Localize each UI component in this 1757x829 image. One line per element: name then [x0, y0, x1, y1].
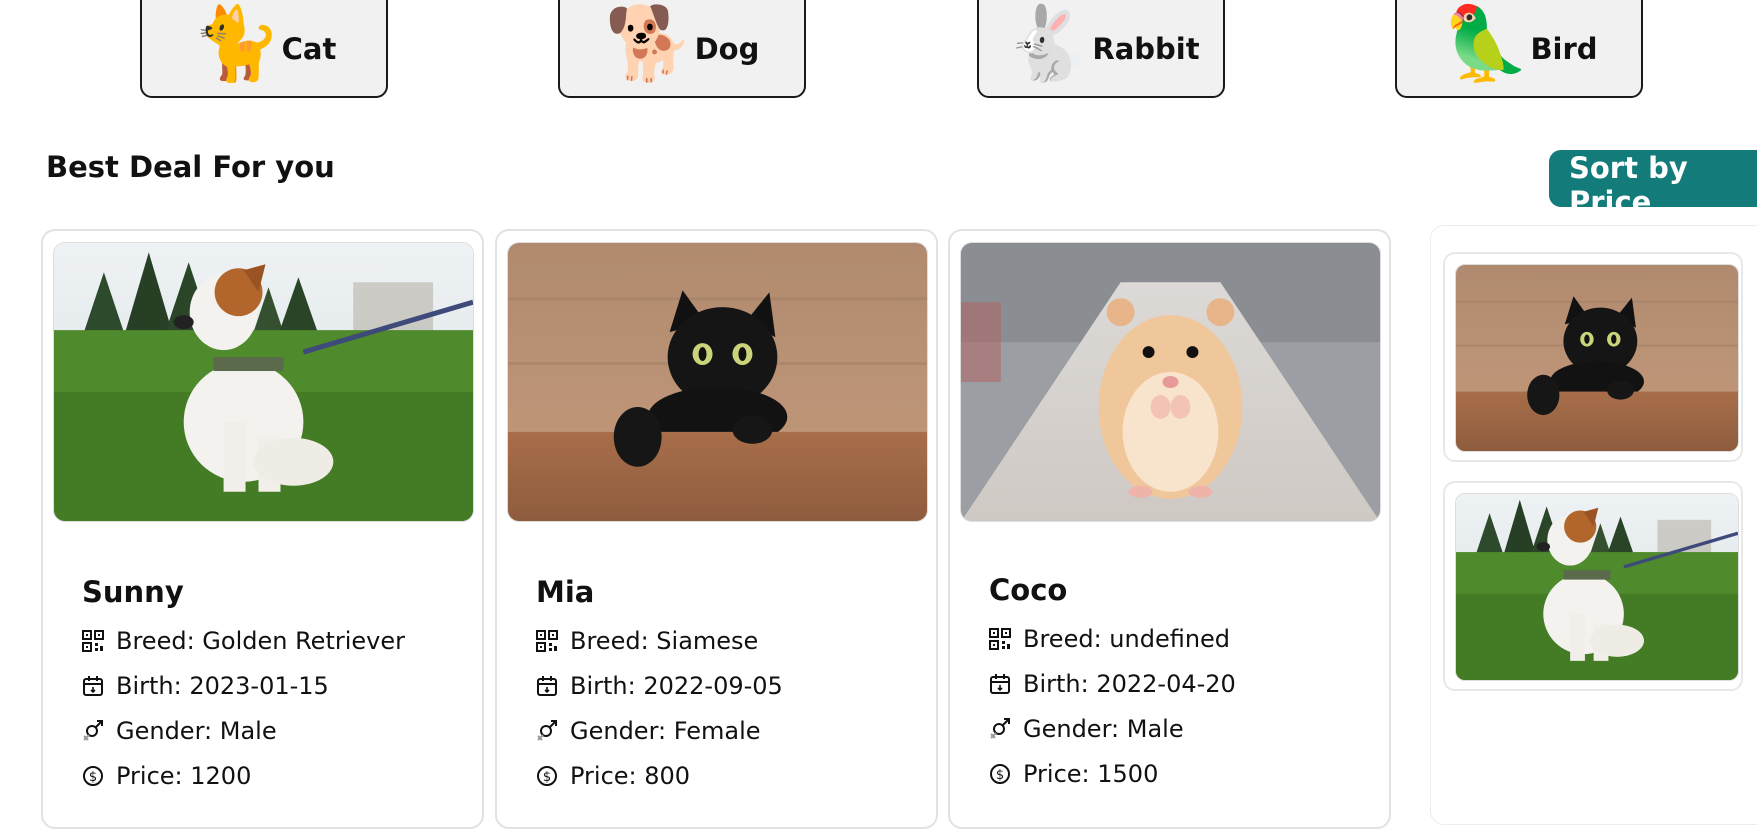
gender-icon — [989, 718, 1011, 740]
birth-text: Birth: 2022-09-05 — [570, 672, 783, 700]
gender-text: Gender: Male — [116, 717, 277, 745]
breed-text: Breed: Golden Retriever — [116, 627, 405, 655]
category-label: Cat — [281, 32, 337, 66]
side-pet-photo-cat — [1455, 264, 1739, 452]
gender-row: Gender: Male — [989, 715, 1184, 743]
svg-text:$: $ — [89, 770, 97, 785]
category-label: Dog — [694, 32, 760, 66]
side-pet-card[interactable] — [1443, 481, 1743, 691]
pet-name: Coco — [989, 573, 1068, 607]
dollar-coin-icon: $ — [536, 765, 558, 787]
dog-icon: 🐕 — [604, 1, 695, 85]
birth-row: Birth: 2022-04-20 — [989, 670, 1236, 698]
birth-text: Birth: 2022-04-20 — [1023, 670, 1236, 698]
price-row: $ Price: 800 — [536, 762, 690, 790]
svg-text:$: $ — [543, 770, 551, 785]
pet-name: Sunny — [82, 575, 184, 609]
pet-photo-cat — [507, 242, 928, 522]
calendar-icon — [536, 675, 558, 697]
breed-row: Breed: Golden Retriever — [82, 627, 405, 655]
price-row: $ Price: 1500 — [989, 760, 1158, 788]
breed-row: Breed: undefined — [989, 625, 1230, 653]
qr-code-icon — [989, 628, 1011, 650]
gender-icon — [82, 720, 104, 742]
breed-text: Breed: Siamese — [570, 627, 759, 655]
dollar-coin-icon: $ — [82, 765, 104, 787]
price-text: Price: 1200 — [116, 762, 252, 790]
pet-card[interactable]: Mia Breed: Siamese Birth: 2022-09-05 Gen… — [495, 229, 938, 829]
cat-icon: 🐈 — [191, 1, 282, 85]
birth-text: Birth: 2023-01-15 — [116, 672, 329, 700]
pet-photo-dog — [53, 242, 474, 522]
gender-text: Gender: Female — [570, 717, 761, 745]
qr-code-icon — [536, 630, 558, 652]
rabbit-icon: 🐇 — [1002, 1, 1093, 85]
breed-text: Breed: undefined — [1023, 625, 1231, 653]
price-row: $ Price: 1200 — [82, 762, 251, 790]
price-text: Price: 800 — [570, 762, 691, 790]
section-title: Best Deal For you — [46, 150, 335, 184]
category-bird-button[interactable]: 🦜 Bird — [1395, 0, 1643, 98]
pet-name: Mia — [536, 575, 595, 609]
breed-row: Breed: Siamese — [536, 627, 758, 655]
pet-photo-hamster — [960, 242, 1381, 522]
birth-row: Birth: 2023-01-15 — [82, 672, 329, 700]
svg-text:$: $ — [996, 768, 1004, 783]
category-cat-button[interactable]: 🐈 Cat — [140, 0, 388, 98]
category-rabbit-button[interactable]: 🐇 Rabbit — [977, 0, 1225, 98]
gender-row: Gender: Female — [536, 717, 761, 745]
birth-row: Birth: 2022-09-05 — [536, 672, 783, 700]
side-pet-photo-dog — [1455, 493, 1739, 681]
price-text: Price: 1500 — [1023, 760, 1159, 788]
category-label: Bird — [1530, 32, 1598, 66]
gender-text: Gender: Male — [1023, 715, 1184, 743]
gender-row: Gender: Male — [82, 717, 277, 745]
dollar-coin-icon: $ — [989, 763, 1011, 785]
calendar-icon — [989, 673, 1011, 695]
side-pet-list — [1430, 225, 1757, 825]
parrot-icon: 🦜 — [1440, 1, 1531, 85]
qr-code-icon — [82, 630, 104, 652]
pet-card[interactable]: Sunny Breed: Golden Retriever Birth: 202… — [41, 229, 484, 829]
category-label: Rabbit — [1092, 32, 1200, 66]
pet-card[interactable]: Coco Breed: undefined Birth: 2022-04-20 … — [948, 229, 1391, 829]
category-dog-button[interactable]: 🐕 Dog — [558, 0, 806, 98]
calendar-icon — [82, 675, 104, 697]
side-pet-card[interactable] — [1443, 252, 1743, 462]
sort-by-price-button[interactable]: Sort by Price — [1549, 150, 1757, 219]
gender-icon — [536, 720, 558, 742]
